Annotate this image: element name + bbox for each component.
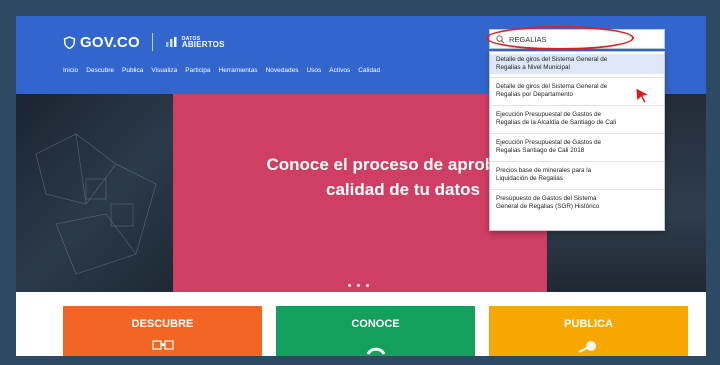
suggestion-1-line-2: Regalias a Nivel Municipal bbox=[496, 64, 570, 71]
upload-icon bbox=[578, 341, 596, 353]
gov-co-logo[interactable]: GOV.CO bbox=[63, 34, 140, 51]
datos-abiertos-icon bbox=[165, 37, 177, 47]
nav-item-calidad[interactable]: Calidad bbox=[358, 67, 380, 74]
binoculars-icon bbox=[151, 340, 174, 350]
main-nav: Inicio Descubre Publica Visualiza Partic… bbox=[63, 67, 388, 74]
hero-background-left bbox=[16, 94, 173, 292]
shield-icon bbox=[63, 35, 76, 49]
nav-item-novedades[interactable]: Novedades bbox=[266, 67, 299, 74]
network-graphic bbox=[35, 133, 157, 275]
suggestion-divider bbox=[490, 105, 664, 106]
abiertos-label: ABIERTOS bbox=[181, 40, 225, 49]
card-conoce[interactable]: CONOCE bbox=[276, 306, 475, 356]
suggestion-item-6[interactable]: Presupuesto de Gastos del Sistema Genera… bbox=[490, 193, 664, 213]
suggestion-divider bbox=[490, 77, 664, 78]
suggestion-item-3[interactable]: Ejecución Presupuestal de Gastos de Rega… bbox=[490, 109, 664, 129]
nav-item-participa[interactable]: Participa bbox=[185, 67, 210, 74]
nav-item-activos[interactable]: Activos bbox=[329, 67, 350, 74]
suggestion-item-4[interactable]: Ejecución Presupuestal de Gastos de Rega… bbox=[490, 137, 664, 157]
card-publica[interactable]: PUBLICA bbox=[489, 306, 688, 356]
suggestion-1-line-1: Detalle de giros del Sistema General de bbox=[496, 56, 608, 63]
suggestion-divider bbox=[490, 189, 664, 190]
search-icon bbox=[496, 34, 505, 43]
nav-item-descubre[interactable]: Descubre bbox=[86, 67, 114, 74]
search-input[interactable]: REGALIAS bbox=[489, 29, 665, 49]
card-descubre[interactable]: DESCUBRE bbox=[63, 306, 262, 356]
search-suggestions: Detalle de giros del Sistema General de … bbox=[489, 51, 665, 231]
nav-item-herramientas[interactable]: Herramientas bbox=[219, 67, 258, 74]
card-publica-label: PUBLICA bbox=[564, 318, 613, 330]
nav-item-usos[interactable]: Usos bbox=[306, 67, 321, 74]
nav-item-visualiza[interactable]: Visualiza bbox=[151, 67, 177, 74]
nav-item-inicio[interactable]: Inicio bbox=[63, 67, 78, 74]
suggestion-3-line-1: Ejecución Presupuestal de Gastos de bbox=[496, 111, 602, 118]
carousel-dot-3[interactable] bbox=[366, 284, 369, 287]
datos-abiertos-logo[interactable]: DATOS ABIERTOS bbox=[165, 36, 225, 49]
carousel-dot-1[interactable] bbox=[348, 284, 351, 287]
click-cursor-icon bbox=[630, 82, 651, 104]
suggestion-divider bbox=[490, 161, 664, 162]
cycle-icon bbox=[366, 347, 385, 355]
suggestion-6-line-2: General de Regalias (SGR) Histórico bbox=[496, 203, 600, 210]
suggestion-4-line-1: Ejecución Presupuestal de Gastos de bbox=[496, 139, 602, 146]
card-descubre-label: DESCUBRE bbox=[131, 318, 194, 330]
logo-divider bbox=[151, 33, 153, 51]
suggestion-5-line-2: Liquidación de Regalias bbox=[496, 175, 563, 182]
carousel-dots bbox=[348, 284, 369, 287]
section-cards: DESCUBRE CONOCE PUBLICA bbox=[63, 306, 688, 356]
suggestion-3-line-2: Regalias de la Alcaldia de Santiago de C… bbox=[496, 119, 617, 126]
browser-viewport: GOV.CO DATOS ABIERTOS Inicio Descubre Pu… bbox=[16, 16, 706, 356]
suggestion-6-line-1: Presupuesto de Gastos del Sistema bbox=[496, 195, 597, 202]
suggestion-item-5[interactable]: Precios base de minerales para la Liquid… bbox=[490, 165, 664, 185]
logo-row: GOV.CO DATOS ABIERTOS bbox=[63, 30, 225, 54]
suggestion-item-1[interactable]: Detalle de giros del Sistema General de … bbox=[490, 54, 664, 74]
carousel-dot-2[interactable] bbox=[357, 284, 360, 287]
card-conoce-label: CONOCE bbox=[351, 318, 400, 330]
suggestion-5-line-1: Precios base de minerales para la bbox=[496, 167, 592, 174]
nav-item-publica[interactable]: Publica bbox=[122, 67, 143, 74]
suggestion-4-line-2: Regalias Santiago de Cali 2018 bbox=[496, 147, 585, 154]
gov-co-label: GOV.CO bbox=[80, 33, 140, 51]
suggestion-divider bbox=[490, 133, 664, 134]
search-query-text: REGALIAS bbox=[509, 34, 547, 44]
